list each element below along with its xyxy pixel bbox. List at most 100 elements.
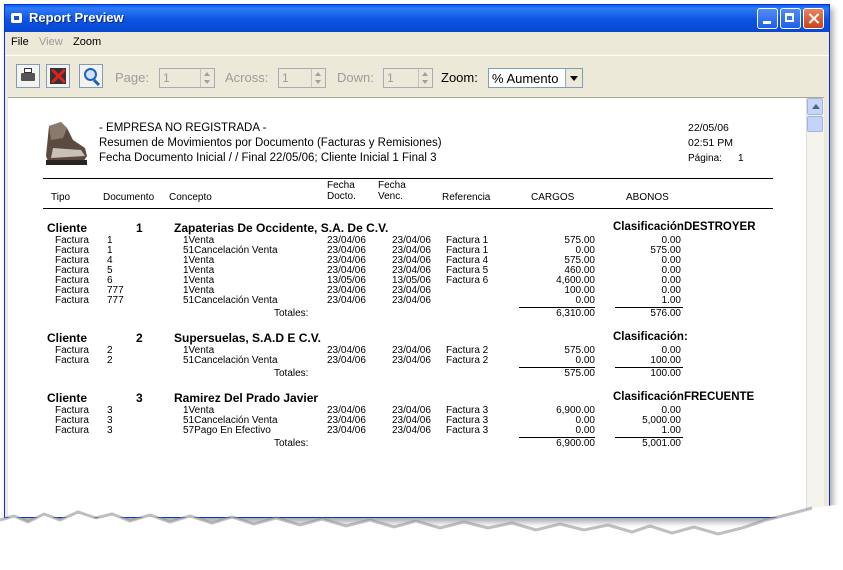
col-fecha-docto-line1: Fecha <box>327 180 355 191</box>
total-cargos: 575.00 <box>564 368 595 379</box>
menu-zoom[interactable]: Zoom <box>73 36 101 48</box>
scroll-thumb[interactable] <box>807 116 823 132</box>
row-fecha-docto: 23/04/06 <box>327 355 366 366</box>
client-classification: ClasificaciónDESTROYER <box>613 221 756 233</box>
col-fecha-venc-line1: Fecha <box>378 180 406 191</box>
page-spin-arrows[interactable] <box>200 69 214 87</box>
minimize-button[interactable] <box>757 8 778 29</box>
across-spin-arrows[interactable] <box>311 69 325 87</box>
menu-file[interactable]: File <box>11 36 29 48</box>
row-concepto: 57Pago En Efectivo <box>183 425 271 436</box>
close-button[interactable] <box>803 8 824 29</box>
title-bar[interactable]: Report Preview <box>5 5 829 32</box>
total-cargos: 6,900.00 <box>556 438 595 449</box>
col-tipo: Tipo <box>51 192 71 203</box>
across-label: Across: <box>225 70 269 85</box>
down-spin-arrows[interactable] <box>418 69 432 87</box>
zoom-button[interactable] <box>79 64 103 88</box>
across-stepper[interactable] <box>278 68 326 88</box>
report-preview-window: Report Preview File View Zoom Page: Acro… <box>4 4 830 518</box>
app-icon[interactable] <box>11 13 22 23</box>
row-tipo: Factura <box>55 425 89 436</box>
cancel-icon <box>50 68 66 84</box>
row-tipo: Factura <box>55 295 89 306</box>
col-concepto: Concepto <box>169 192 212 203</box>
client-number: 1 <box>136 221 143 235</box>
row-tipo: Factura <box>55 355 89 366</box>
client-header: Cliente 2 Supersuelas, S.A.D E C.V. Clasifi… <box>43 331 773 345</box>
row-referencia: Factura 2 <box>446 355 489 366</box>
row-abonos: 1.00 <box>661 425 681 436</box>
report-title: Resumen de Movimientos por Documento (Fa… <box>99 137 442 149</box>
row-fecha-venc: 23/04/06 <box>392 295 431 306</box>
shoe-logo-icon <box>46 122 87 165</box>
client-number: 2 <box>136 331 143 345</box>
col-fecha-venc-line2: Venc. <box>378 191 404 202</box>
toolbar: Page: Across: Down: Zoom: % Aumento <box>5 55 829 96</box>
page-stepper[interactable] <box>159 68 215 88</box>
page-number-label: Página: <box>688 153 722 164</box>
row-fecha-docto: 23/04/06 <box>327 295 366 306</box>
row-cargos: 0.00 <box>575 425 595 436</box>
client-name: Ramirez Del Prado Javier <box>174 391 319 405</box>
report-page: - EMPRESA NO REGISTRADA - Resumen de Mov… <box>43 118 773 517</box>
menu-view[interactable]: View <box>39 36 63 48</box>
totals-label: Totales: <box>274 438 309 449</box>
totals-row: Totales: 6,900.00 5,001.00 <box>43 439 773 449</box>
chevron-down-icon[interactable] <box>565 69 582 87</box>
col-fecha-docto: Fecha Docto. <box>327 180 356 202</box>
client-label: Cliente <box>47 221 88 235</box>
totals-row: Totales: 575.00 100.00 <box>43 369 773 379</box>
totals-label: Totales: <box>274 368 309 379</box>
vertical-scrollbar[interactable] <box>806 98 824 517</box>
maximize-button[interactable] <box>780 8 801 29</box>
client-name: Supersuelas, S.A.D E C.V. <box>174 331 321 345</box>
table-row[interactable]: Factura 3 57Pago En Efectivo 23/04/06 23/04/… <box>43 426 773 436</box>
report-date: 22/05/06 <box>688 122 729 134</box>
row-documento: 2 <box>107 355 113 366</box>
report-time: 02:51 PM <box>688 137 733 149</box>
row-documento: 3 <box>107 425 113 436</box>
row-fecha-docto: 23/04/06 <box>327 425 366 436</box>
torn-edge <box>0 504 843 570</box>
row-cargos: 0.00 <box>575 295 595 306</box>
print-button[interactable] <box>16 64 40 88</box>
header-rule-bottom <box>43 208 773 209</box>
zoom-select[interactable]: % Aumento <box>488 68 583 88</box>
row-referencia: Factura 6 <box>446 275 489 286</box>
row-cargos: 0.00 <box>575 355 595 366</box>
scroll-up-icon[interactable] <box>807 98 823 115</box>
client-classification: ClasificaciónFRECUENTE <box>613 391 755 403</box>
table-row[interactable]: Factura 777 51Cancelación Venta 23/04/06 23/… <box>43 296 773 306</box>
total-abonos: 576.00 <box>650 308 681 319</box>
client-header: Cliente 3 Ramirez Del Prado Javier Clasific… <box>43 391 773 405</box>
client-number: 3 <box>136 391 143 405</box>
total-cargos: 6,310.00 <box>556 308 595 319</box>
table-row[interactable]: Factura 2 51Cancelación Venta 23/04/06 23/04… <box>43 356 773 366</box>
col-fecha-docto-line2: Docto. <box>327 191 356 202</box>
totals-row: Totales: 6,310.00 576.00 <box>43 309 773 319</box>
down-stepper[interactable] <box>383 68 433 88</box>
company-name: - EMPRESA NO REGISTRADA - <box>99 122 267 134</box>
client-label: Cliente <box>47 391 88 405</box>
cancel-button[interactable] <box>46 64 70 88</box>
row-fecha-venc: 23/04/06 <box>392 425 431 436</box>
header-rule-top <box>43 178 773 179</box>
printer-icon <box>21 68 35 81</box>
page-number: 1 <box>738 153 744 164</box>
row-fecha-venc: 23/04/06 <box>392 355 431 366</box>
totals-label: Totales: <box>274 308 309 319</box>
row-documento: 777 <box>107 295 124 306</box>
magnifier-icon <box>84 68 97 81</box>
client-header: Cliente 1 Zapaterias De Occidente, S.A. De… <box>43 221 773 235</box>
row-referencia: Factura 3 <box>446 425 489 436</box>
row-abonos: 1.00 <box>661 295 681 306</box>
total-abonos: 100.00 <box>650 368 681 379</box>
window-title: Report Preview <box>29 10 124 25</box>
col-fecha-venc: Fecha Venc. <box>378 180 406 202</box>
report-viewport[interactable]: - EMPRESA NO REGISTRADA - Resumen de Mov… <box>8 97 824 517</box>
down-label: Down: <box>337 70 374 85</box>
col-referencia: Referencia <box>442 192 491 203</box>
total-abonos: 5,001.00 <box>642 438 681 449</box>
report-filter: Fecha Documento Inicial / / Final 22/05/… <box>99 152 437 164</box>
